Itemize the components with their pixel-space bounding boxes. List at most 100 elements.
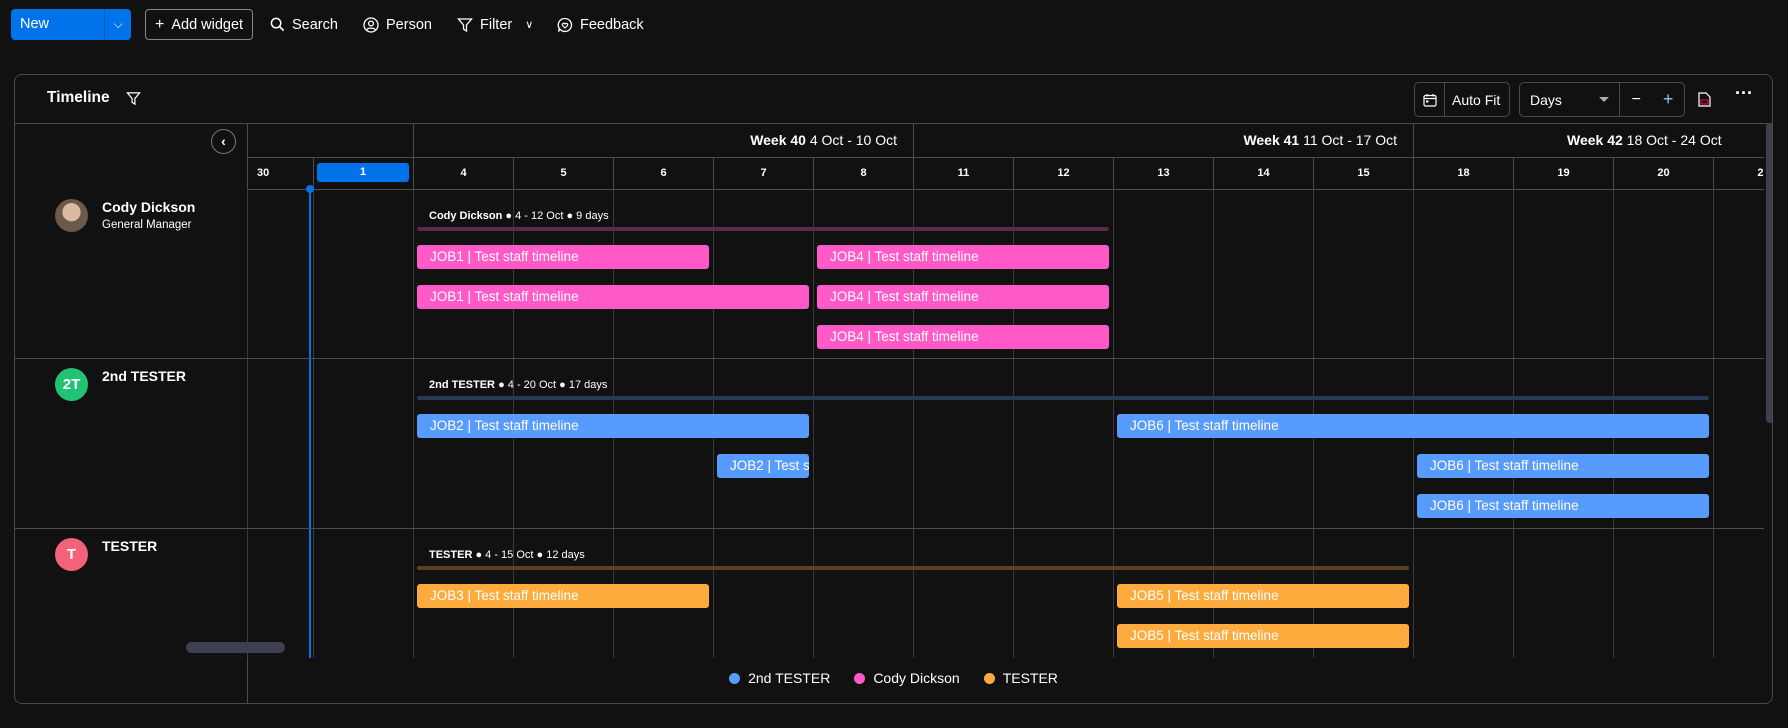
summary-bar[interactable] [417,227,1109,231]
day-column-header[interactable]: 7 [713,157,813,189]
search-icon [270,17,285,32]
row-divider [247,358,1764,359]
week-range: 18 Oct - 24 Oct [1626,132,1722,148]
day-column-header[interactable]: 6 [613,157,713,189]
person-name[interactable]: Cody Dickson [102,199,195,215]
search-label: Search [292,16,338,33]
zoom-out-button[interactable]: − [1620,91,1652,109]
person-button[interactable]: Person [363,9,432,40]
auto-fit-button[interactable]: Auto Fit [1414,82,1510,117]
job-bar[interactable]: JOB4 | Test staff timeline [817,245,1109,269]
summary-bar[interactable] [417,566,1409,570]
job-bar[interactable]: JOB6 | Test staff timeline [1417,454,1709,478]
summary-detail: ● 4 - 15 Oct ● 12 days [472,549,585,561]
feedback-label: Feedback [580,16,644,33]
day-column-header[interactable]: 18 [1413,157,1513,189]
legend-item[interactable]: 2nd TESTER [729,670,830,686]
caret-down-icon [1599,97,1610,107]
scale-select-value: Days [1530,91,1562,108]
collapse-sidebar-button[interactable]: ‹ [211,129,236,154]
auto-fit-label: Auto Fit [1452,91,1501,108]
more-options-icon[interactable]: ··· [1735,83,1753,104]
job-bar[interactable]: JOB4 | Test staff timeline [817,325,1109,349]
day-column-header[interactable]: 14 [1213,157,1313,189]
week-header: Week 42 18 Oct - 24 Oct [1413,123,1764,157]
day-column-header[interactable]: 21 [1713,157,1764,189]
legend-item[interactable]: Cody Dickson [854,670,960,686]
day-divider [247,189,1764,190]
search-button[interactable]: Search [270,9,338,40]
feedback-button[interactable]: Feedback [557,9,644,40]
job-bar[interactable]: JOB2 | Test staff timeline [417,414,809,438]
scale-select[interactable]: Days [1520,83,1621,116]
add-widget-button[interactable]: + Add widget [145,9,254,40]
day-column-header[interactable]: 5 [513,157,613,189]
week-header: Week 40 4 Oct - 10 Oct [413,123,913,157]
job-bar[interactable]: JOB5 | Test staff timeline [1117,584,1409,608]
summary-label: Cody Dickson ● 4 - 12 Oct ● 9 days [429,210,609,222]
legend-label: 2nd TESTER [748,670,831,686]
chevron-down-icon[interactable]: ⌵ [105,17,131,32]
day-gridline [413,189,414,658]
person-name[interactable]: 2nd TESTER [102,368,186,384]
feedback-icon [557,17,573,32]
summary-bar[interactable] [417,396,1709,400]
job-bar[interactable]: JOB6 | Test staff timeline [1117,414,1709,438]
job-bar[interactable]: JOB2 | Test staff timeline [717,454,809,478]
avatar[interactable] [55,199,88,232]
summary-detail: ● 4 - 12 Oct ● 9 days [502,210,609,222]
day-gridline [1113,189,1114,658]
today-line [309,189,311,658]
legend-label: Cody Dickson [873,670,960,686]
day-column-header[interactable]: 30 [247,157,313,189]
person-name[interactable]: TESTER [102,538,157,554]
person-role: General Manager [102,219,192,231]
day-gridline [247,189,248,658]
day-column-header[interactable]: 12 [1013,157,1113,189]
day-column-header[interactable]: 8 [813,157,913,189]
day-column-header[interactable]: 19 [1513,157,1613,189]
filter-icon [457,17,473,32]
job-bar[interactable]: JOB5 | Test staff timeline [1117,624,1409,648]
new-project-label[interactable]: New Project [11,9,106,40]
legend-item[interactable]: TESTER [983,670,1058,686]
day-column-header[interactable]: 13 [1113,157,1213,189]
horizontal-scrollbar[interactable] [186,642,285,653]
day-column-header[interactable]: 15 [1313,157,1413,189]
person-label: Person [386,16,432,33]
scale-controls: Days − + [1519,82,1685,117]
day-column-header[interactable]: 11 [913,157,1013,189]
week-range: 4 Oct - 10 Oct [809,132,897,148]
day-column-header[interactable]: 20 [1613,157,1713,189]
timeline-widget: Timeline Auto Fit Days − + ··· ‹ Cody Di… [14,74,1773,704]
job-bar[interactable]: JOB1 | Test staff timeline [417,245,709,269]
avatar[interactable]: T [55,538,88,571]
filter-icon[interactable] [126,91,141,106]
widget-title: Timeline [47,89,110,106]
plus-icon: + [155,15,165,33]
today-line-dot [306,185,314,193]
export-icon[interactable] [1698,92,1711,107]
day-gridline [813,189,814,658]
calendar-icon [1415,83,1445,116]
new-project-button[interactable]: New Project ⌵ [11,9,131,40]
week-range: 11 Oct - 17 Oct [1303,132,1397,148]
legend: 2nd TESTER Cody Dickson TESTER [15,670,1772,686]
filter-button[interactable]: Filter ∨ [457,9,533,40]
zoom-in-button[interactable]: + [1652,89,1684,110]
job-bar[interactable]: JOB3 | Test staff timeline [417,584,709,608]
job-bar[interactable]: JOB4 | Test staff timeline [817,285,1109,309]
avatar[interactable]: 2T [55,368,88,401]
summary-detail: ● 4 - 20 Oct ● 17 days [495,379,608,391]
vertical-scrollbar[interactable] [1766,123,1772,423]
legend-dot-icon [854,673,866,684]
day-column-header[interactable]: 4 [413,157,513,189]
week-header: Week 41 11 Oct - 17 Oct [913,123,1413,157]
job-bar[interactable]: JOB6 | Test staff timeline [1417,494,1709,518]
today-marker[interactable]: 1 [317,163,409,182]
filter-label: Filter [480,16,513,33]
job-bar[interactable]: JOB1 | Test staff timeline [417,285,809,309]
row-divider [15,358,247,359]
row-divider [15,528,247,529]
chevron-down-icon[interactable]: ∨ [525,18,533,31]
